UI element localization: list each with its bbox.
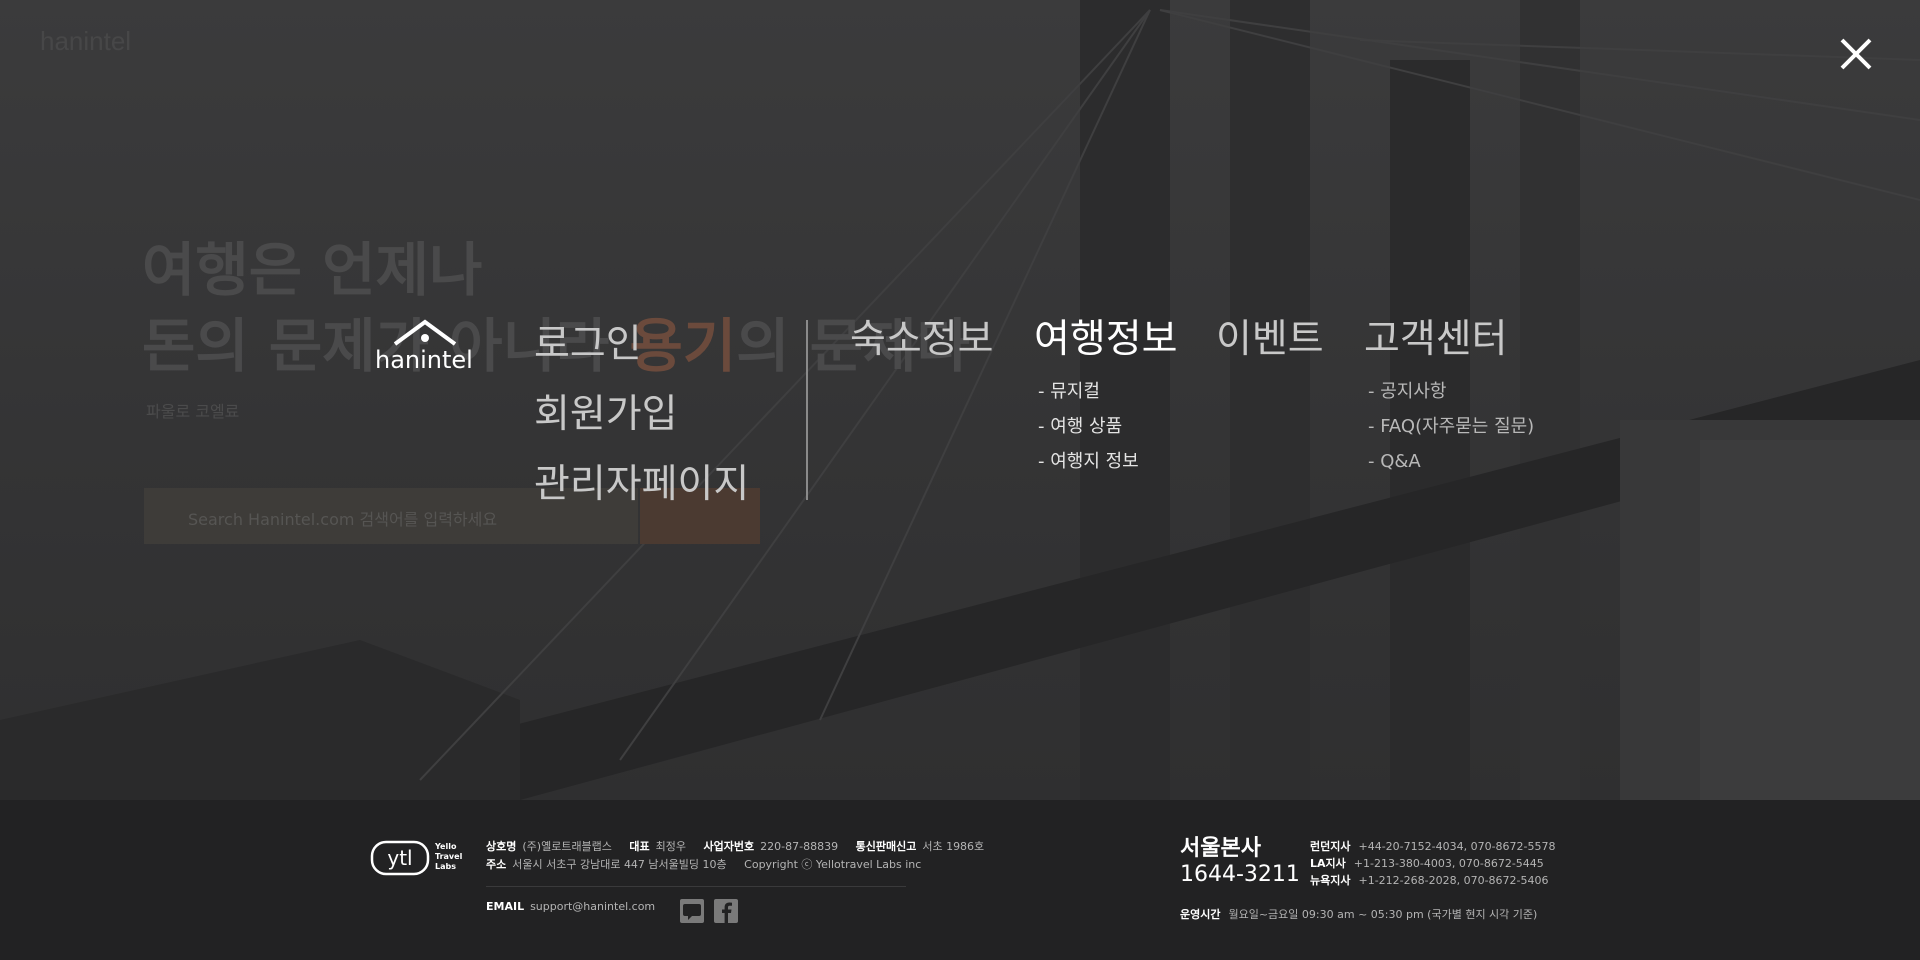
menu-event: 이벤트: [1216, 310, 1324, 370]
facebook-icon[interactable]: [714, 899, 738, 923]
ceo-name: 최정우: [655, 840, 687, 853]
hanintel-logo[interactable]: hanintel: [373, 318, 477, 374]
signup-link[interactable]: 회원가입: [534, 380, 749, 450]
hq-phone: 1644-3211: [1180, 862, 1300, 887]
submenu-item-faq[interactable]: - FAQ(자주묻는 질문): [1368, 409, 1534, 444]
biz-number-label: 사업자번호: [703, 840, 755, 853]
operating-hours: 운영시간 월요일~금요일 09:30 am ~ 05:30 pm (국가별 현지 …: [1180, 906, 1537, 922]
menu-travel: 여행정보 - 뮤지컬 - 여행 상품 - 여행지 정보: [1034, 310, 1178, 479]
submenu-item-musical[interactable]: - 뮤지컬: [1038, 374, 1178, 409]
hero-background: hanintel 여행은 언제나 돈의 문제가 아니라 용기의 문제다 파울로 …: [0, 0, 1920, 800]
address: 서울시 서초구 강남대로 447 남서울빌딩 10층: [512, 858, 727, 871]
house-icon: [393, 319, 457, 346]
footer-divider: [486, 886, 906, 887]
branch-newyork: 뉴욕지사 +1-212-268-2028, 070-8672-5406: [1310, 872, 1556, 889]
branch-label: 런던지사: [1310, 840, 1351, 853]
ytl-tag-line2: Travel: [435, 852, 463, 861]
hq-label: 서울본사: [1180, 836, 1261, 861]
ytl-tag-line3: Labs: [435, 862, 456, 871]
ghost-logo: hanintel: [40, 26, 132, 56]
hero-headline-line1: 여행은 언제나: [142, 236, 483, 304]
company-label: 상호명: [486, 840, 517, 853]
login-link[interactable]: 로그인: [534, 310, 749, 380]
hours-text: 월요일~금요일 09:30 am ~ 05:30 pm (국가별 현지 시각 기…: [1228, 908, 1538, 921]
auth-links: 로그인 회원가입 관리자페이지: [534, 310, 749, 520]
travel-submenu: - 뮤지컬 - 여행 상품 - 여행지 정보: [1038, 374, 1178, 479]
telecom-number: 서초 1986호: [922, 840, 985, 853]
hero-subtitle: 파울로 코엘료: [146, 402, 240, 421]
branch-label: 뉴욕지사: [1310, 874, 1351, 887]
admin-page-link[interactable]: 관리자페이지: [534, 450, 749, 520]
logo-wordmark: hanintel: [375, 346, 473, 374]
telecom-label: 통신판매신고: [855, 840, 917, 853]
branch-london: 런던지사 +44-20-7152-4034, 070-8672-5578: [1310, 838, 1556, 855]
hero-search-placeholder: Search Hanintel.com 검색어를 입력하세요: [188, 510, 498, 529]
ceo-label: 대표: [629, 840, 650, 853]
menu-customer-center: 고객센터 - 공지사항 - FAQ(자주묻는 질문) - Q&A: [1364, 310, 1534, 479]
branch-phone: +1-213-380-4003, 070-8672-5445: [1353, 857, 1544, 870]
submenu-item-travel-product[interactable]: - 여행 상품: [1038, 409, 1178, 444]
branch-phone: +1-212-268-2028, 070-8672-5406: [1358, 874, 1549, 887]
address-row: 주소 서울시 서초구 강남대로 447 남서울빌딩 10층 Copyright ⓒ…: [486, 856, 921, 872]
menu-item-accommodation[interactable]: 숙소정보: [850, 310, 994, 370]
menu-accommodation: 숙소정보: [850, 310, 994, 370]
address-label: 주소: [486, 858, 507, 871]
customer-center-submenu: - 공지사항 - FAQ(자주묻는 질문) - Q&A: [1368, 374, 1534, 479]
company-info-row: 상호명 (주)옐로트래블랩스 대표 최정우 사업자번호 220-87-88839 통신…: [486, 838, 984, 854]
branch-list: 런던지사 +44-20-7152-4034, 070-8672-5578 LA지사…: [1310, 838, 1556, 889]
submenu-item-destination-info[interactable]: - 여행지 정보: [1038, 444, 1178, 479]
branch-phone: +44-20-7152-4034, 070-8672-5578: [1358, 840, 1556, 853]
email-link[interactable]: support@hanintel.com: [530, 900, 655, 913]
bridge-illustration: [0, 0, 1920, 800]
ytl-tagline: Yello Travel Labs: [435, 842, 462, 872]
svg-text:ytl: ytl: [387, 846, 412, 870]
ytl-logo: ytl: [370, 840, 430, 876]
seoul-hq: 서울본사 1644-3211: [1180, 836, 1300, 888]
branch-la: LA지사 +1-213-380-4003, 070-8672-5445: [1310, 855, 1556, 872]
menu-item-event[interactable]: 이벤트: [1216, 310, 1324, 370]
ytl-tag-line1: Yello: [435, 842, 457, 851]
company-name: (주)옐로트래블랩스: [522, 840, 612, 853]
copyright: Copyright ⓒ Yellotravel Labs inc: [744, 858, 922, 871]
branch-label: LA지사: [1310, 857, 1346, 870]
footer: [0, 800, 1920, 960]
menu-item-customer-center[interactable]: 고객센터: [1364, 310, 1534, 370]
biz-number: 220-87-88839: [760, 840, 839, 853]
close-icon[interactable]: [1836, 34, 1876, 74]
email-row: EMAIL support@hanintel.com: [486, 900, 655, 913]
submenu-item-notice[interactable]: - 공지사항: [1368, 374, 1534, 409]
submenu-item-qna[interactable]: - Q&A: [1368, 444, 1534, 479]
talk-icon[interactable]: [680, 899, 704, 923]
hours-label: 운영시간: [1180, 908, 1221, 921]
menu-divider: [806, 320, 808, 500]
email-label: EMAIL: [486, 900, 525, 913]
menu-item-travel[interactable]: 여행정보: [1034, 310, 1178, 370]
